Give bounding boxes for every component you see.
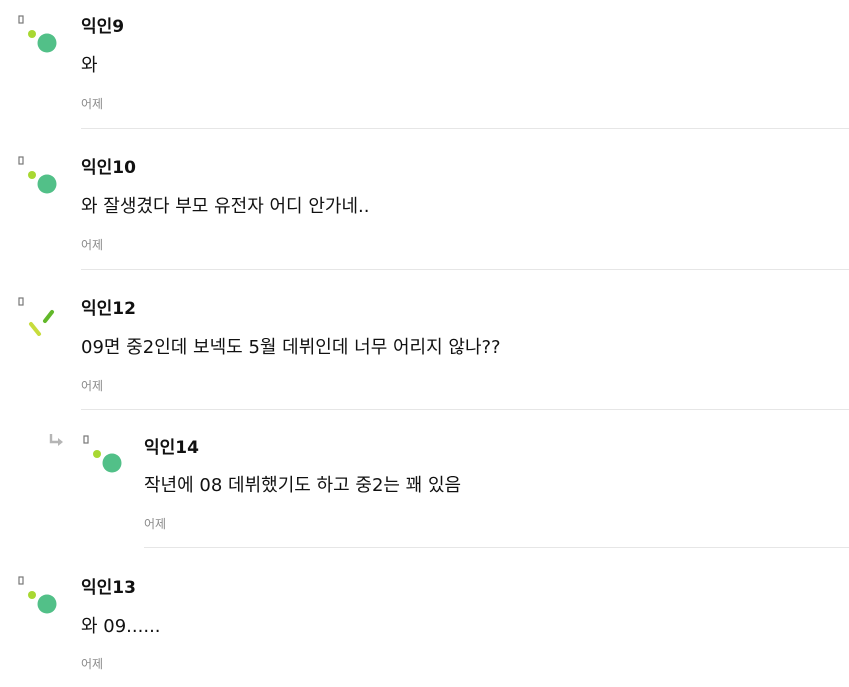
comment-text: 와 잘생겼다 부모 유전자 어디 안가네.. <box>81 196 370 217</box>
avatar-icon <box>18 15 57 53</box>
comment-author[interactable]: 익인13 <box>81 573 136 598</box>
reply-arrow-icon <box>49 434 63 446</box>
comment-author[interactable]: 익인12 <box>81 294 136 319</box>
comment-text: 와 09...... <box>81 616 161 637</box>
comment-text: 09면 중2인데 보넥도 5월 데뷔인데 너무 어리지 않나?? <box>81 337 501 358</box>
comment-time: 어제 <box>81 379 104 393</box>
avatar-icon <box>18 297 54 336</box>
comment-time: 어제 <box>81 238 104 252</box>
avatar-icon <box>18 576 57 614</box>
divider <box>81 269 849 270</box>
avatar-icon <box>18 156 57 194</box>
divider <box>144 547 849 548</box>
comment-author[interactable]: 익인10 <box>81 153 136 178</box>
comment-author[interactable]: 익인9 <box>81 12 124 37</box>
comment-author[interactable]: 익인14 <box>144 433 199 458</box>
comment-time: 어제 <box>81 657 104 671</box>
divider <box>81 128 849 129</box>
comment-time: 어제 <box>81 97 104 111</box>
avatar-icon <box>83 435 122 473</box>
comment-text: 작년에 08 데뷔했기도 하고 중2는 꽤 있음 <box>144 475 462 496</box>
comment-time: 어제 <box>144 517 167 531</box>
comment-text: 와 <box>81 55 98 76</box>
divider <box>81 409 849 410</box>
